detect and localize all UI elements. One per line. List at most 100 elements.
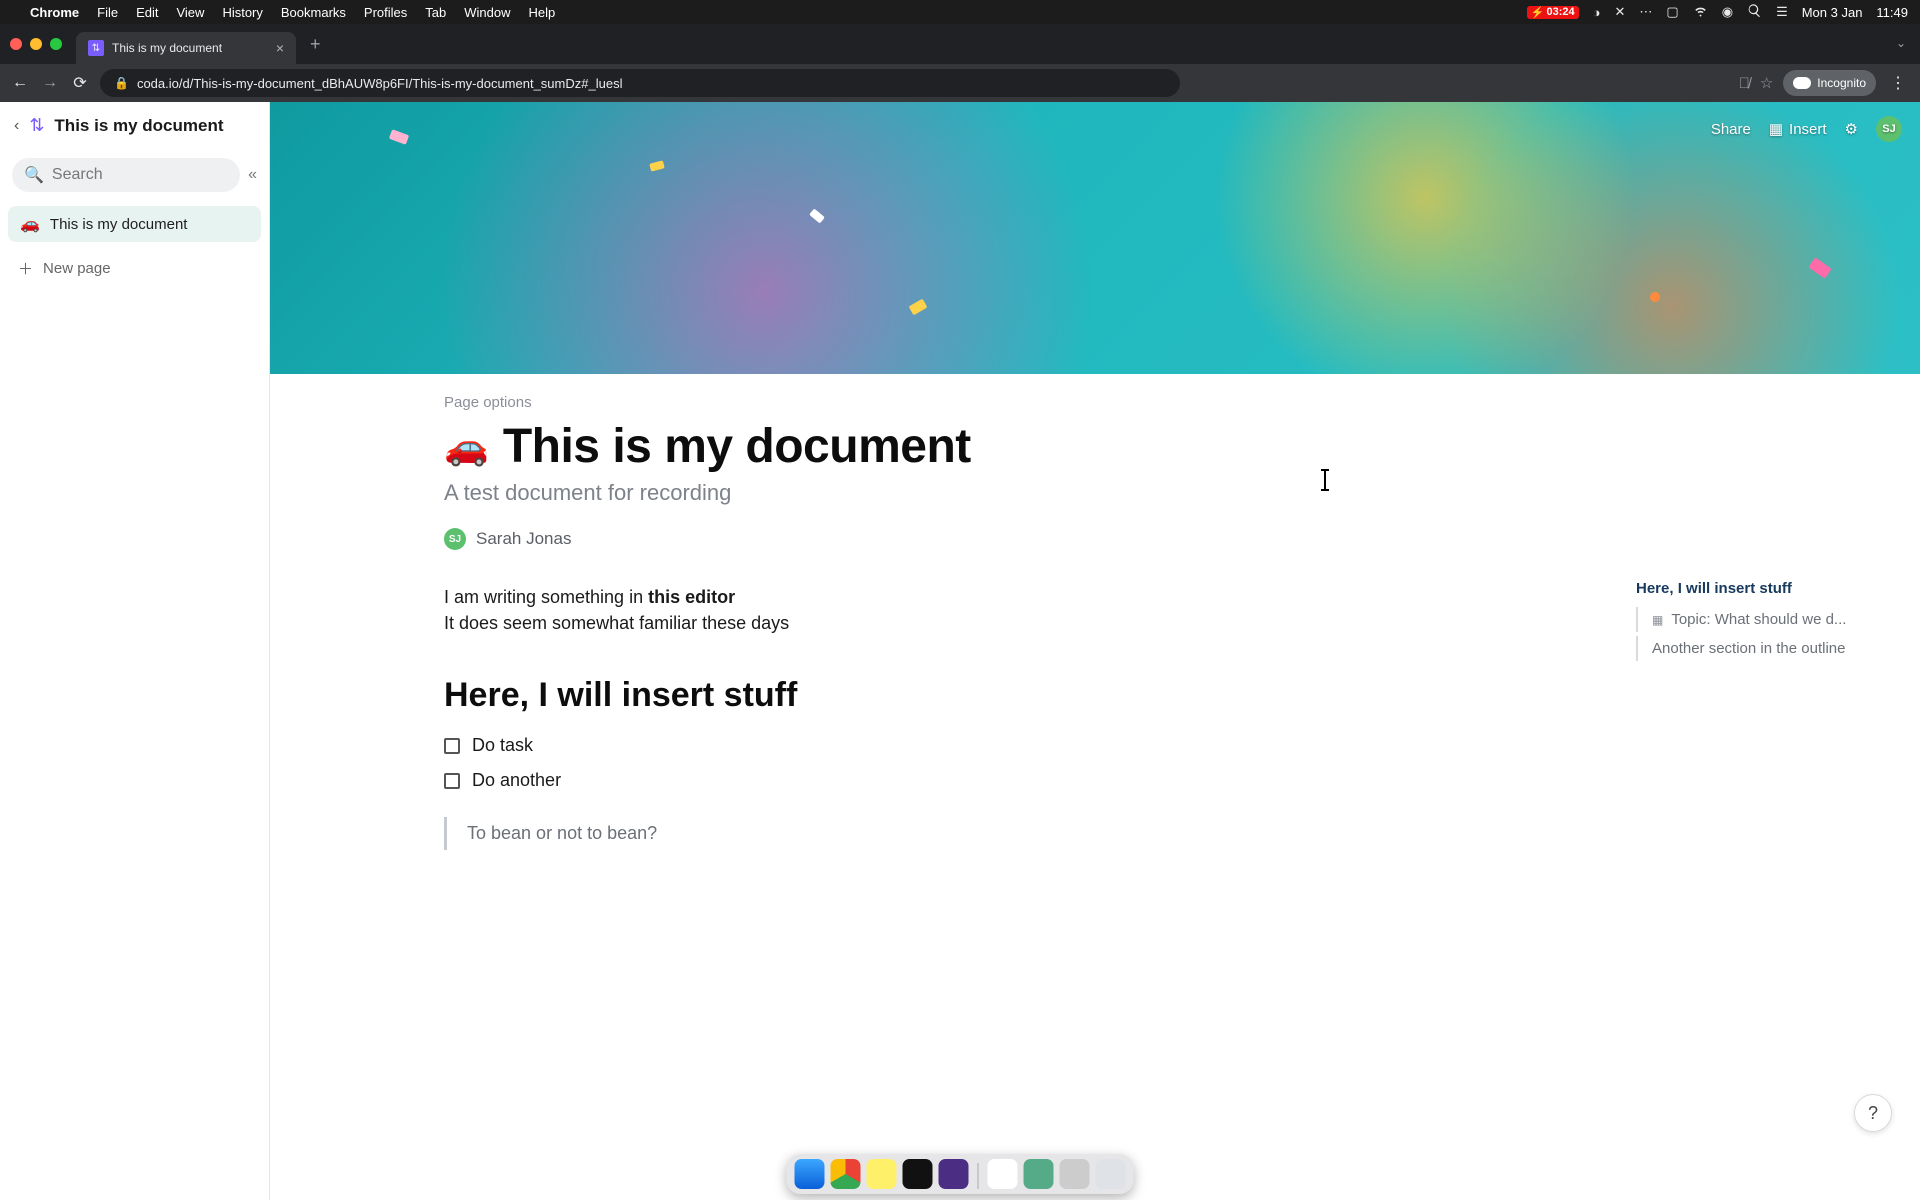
dock-trash-icon[interactable] xyxy=(1096,1159,1126,1189)
menubar-date[interactable]: Mon 3 Jan xyxy=(1802,5,1863,20)
sidebar-page-item[interactable]: 🚗 This is my document xyxy=(8,206,261,242)
page-emoji-icon: 🚗 xyxy=(20,214,40,234)
block-quote[interactable]: To bean or not to bean? xyxy=(444,817,1204,850)
page-options-button[interactable]: Page options xyxy=(444,394,1204,411)
menu-edit[interactable]: Edit xyxy=(136,5,158,20)
window-minimize-button[interactable] xyxy=(30,38,42,50)
nav-reload-button[interactable]: ⟳ xyxy=(70,73,90,93)
confetti-decoration xyxy=(1650,292,1660,302)
search-icon: 🔍 xyxy=(24,165,44,185)
status-icon-1[interactable]: ◑ xyxy=(1593,5,1601,20)
menubar-app-name[interactable]: Chrome xyxy=(30,5,79,20)
document-title[interactable]: This is my document xyxy=(503,419,971,474)
lock-icon: 🔒 xyxy=(114,76,129,90)
menu-window[interactable]: Window xyxy=(464,5,510,20)
menu-help[interactable]: Help xyxy=(529,5,556,20)
heading-2[interactable]: Here, I will insert stuff xyxy=(444,676,1204,715)
outline-item[interactable]: Another section in the outline xyxy=(1636,636,1886,661)
status-icon-3[interactable]: ⋯ xyxy=(1639,4,1652,20)
author-avatar: SJ xyxy=(444,528,466,550)
dock-finder-icon[interactable] xyxy=(795,1159,825,1189)
dock-doc-icon[interactable] xyxy=(988,1159,1018,1189)
share-label: Share xyxy=(1711,121,1751,138)
sidebar-new-page-button[interactable]: ＋ New page xyxy=(0,248,269,289)
confetti-decoration xyxy=(809,208,825,223)
sidebar-search-input[interactable]: 🔍 Search xyxy=(12,158,240,192)
outline-heading[interactable]: Here, I will insert stuff xyxy=(1636,580,1886,597)
incognito-chip[interactable]: Incognito xyxy=(1783,70,1876,96)
window-close-button[interactable] xyxy=(10,38,22,50)
wifi-icon[interactable] xyxy=(1693,3,1708,21)
dock-notes-icon[interactable] xyxy=(867,1159,897,1189)
dock-terminal-icon[interactable] xyxy=(903,1159,933,1189)
tab-title: This is my document xyxy=(112,41,222,55)
dock-chrome-icon[interactable] xyxy=(831,1159,861,1189)
confetti-decoration xyxy=(649,160,665,171)
title-emoji-icon[interactable]: 🚗 xyxy=(444,426,489,468)
author-row[interactable]: SJ Sarah Jonas xyxy=(444,528,1204,550)
document-body[interactable]: Page options 🚗 This is my document A tes… xyxy=(444,374,1204,850)
tab-favicon-icon: ⇅ xyxy=(88,40,104,56)
quote-text: To bean or not to bean? xyxy=(467,823,657,843)
gear-icon: ⚙ xyxy=(1845,120,1858,138)
checkbox[interactable] xyxy=(444,738,460,754)
nav-forward-button[interactable]: → xyxy=(40,74,60,92)
dock-app-icon[interactable] xyxy=(939,1159,969,1189)
browser-tab[interactable]: ⇅ This is my document × xyxy=(76,32,296,64)
table-icon: ▦ xyxy=(1652,613,1663,627)
status-icon-2[interactable]: ✕ xyxy=(1615,4,1626,20)
nav-back-button[interactable]: ← xyxy=(10,74,30,92)
dock-doc-icon[interactable] xyxy=(1060,1159,1090,1189)
window-controls xyxy=(10,24,76,64)
search-placeholder: Search xyxy=(52,166,103,184)
insert-button[interactable]: ▦ Insert xyxy=(1769,120,1827,138)
outline-label: Topic: What should we d... xyxy=(1671,611,1846,628)
user-switch-icon[interactable]: ◉ xyxy=(1722,4,1733,20)
checklist-item[interactable]: Do task xyxy=(444,735,1204,756)
control-center-icon[interactable]: ☰ xyxy=(1776,4,1788,20)
window-zoom-button[interactable] xyxy=(50,38,62,50)
menu-history[interactable]: History xyxy=(222,5,262,20)
spotlight-icon[interactable] xyxy=(1747,3,1762,21)
bookmark-star-icon[interactable]: ☆ xyxy=(1760,74,1773,92)
menu-tab[interactable]: Tab xyxy=(425,5,446,20)
battery-time-indicator[interactable]: ⚡03:24 xyxy=(1527,6,1579,19)
sidebar-collapse-button[interactable]: « xyxy=(248,166,257,184)
paragraph-text: It does seem somewhat familiar these day… xyxy=(444,613,789,633)
battery-icon[interactable]: ▢ xyxy=(1666,4,1678,20)
new-tab-button[interactable]: + xyxy=(296,34,335,55)
outline-item[interactable]: ▦ Topic: What should we d... xyxy=(1636,607,1886,632)
tab-close-button[interactable]: × xyxy=(276,40,284,56)
main-content: Share ▦ Insert ⚙ SJ Page options 🚗 This … xyxy=(270,102,1920,1200)
help-button[interactable]: ? xyxy=(1854,1094,1892,1132)
menu-file[interactable]: File xyxy=(97,5,118,20)
chrome-menu-button[interactable]: ⋮ xyxy=(1886,73,1910,93)
user-avatar[interactable]: SJ xyxy=(1876,116,1902,142)
author-name: Sarah Jonas xyxy=(476,529,571,549)
coda-app: ‹ ⇅ This is my document 🔍 Search « 🚗 Thi… xyxy=(0,102,1920,1200)
sidebar-back-button[interactable]: ‹ xyxy=(14,117,19,135)
menu-view[interactable]: View xyxy=(176,5,204,20)
menu-bookmarks[interactable]: Bookmarks xyxy=(281,5,346,20)
page-label: This is my document xyxy=(50,216,188,233)
cover-image[interactable]: Share ▦ Insert ⚙ SJ xyxy=(270,102,1920,374)
paragraph[interactable]: I am writing something in this editor It… xyxy=(444,584,1204,636)
tracking-blocked-icon[interactable]: 👁̸ xyxy=(1739,75,1750,92)
checkbox[interactable] xyxy=(444,773,460,789)
insert-label: Insert xyxy=(1789,121,1827,138)
checklist-label: Do task xyxy=(472,735,533,756)
new-page-label: New page xyxy=(43,260,111,277)
document-subtitle[interactable]: A test document for recording xyxy=(444,480,1204,506)
document-outline: Here, I will insert stuff ▦ Topic: What … xyxy=(1636,580,1886,661)
menu-profiles[interactable]: Profiles xyxy=(364,5,407,20)
checklist-item[interactable]: Do another xyxy=(444,770,1204,791)
share-button[interactable]: Share xyxy=(1711,121,1751,138)
dock-separator xyxy=(978,1163,979,1189)
sidebar-doc-title: This is my document xyxy=(54,116,223,136)
menubar-time[interactable]: 11:49 xyxy=(1876,5,1908,20)
address-bar[interactable]: 🔒 coda.io/d/This-is-my-document_dBhAUW8p… xyxy=(100,69,1180,97)
dock-doc-icon[interactable] xyxy=(1024,1159,1054,1189)
tab-overflow-button[interactable]: ⌄ xyxy=(1896,36,1906,50)
settings-button[interactable]: ⚙ xyxy=(1845,120,1858,138)
checklist-label: Do another xyxy=(472,770,561,791)
